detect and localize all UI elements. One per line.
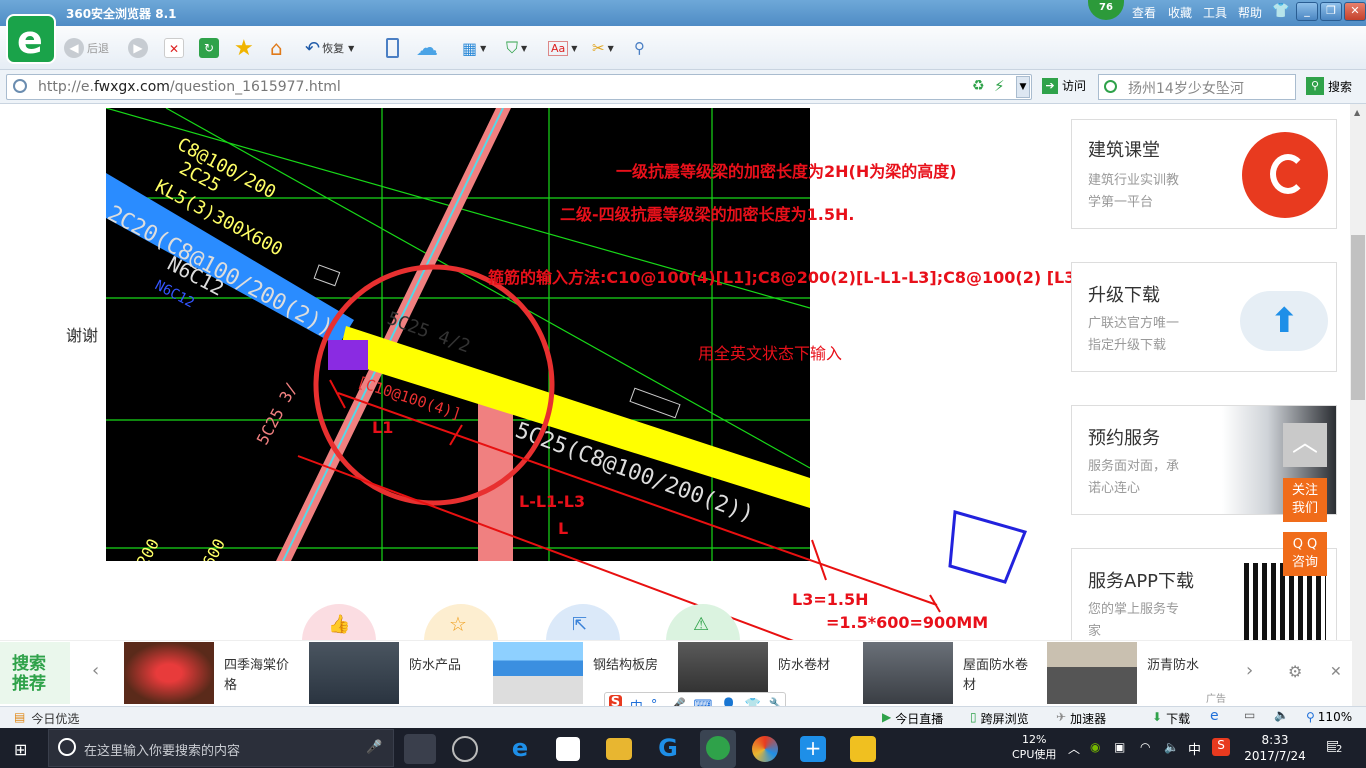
network-icon[interactable]: ▣ <box>1114 740 1125 754</box>
windows-start-icon[interactable]: ⊞ <box>14 740 27 759</box>
class-logo-icon <box>1242 132 1328 218</box>
card-title: 升级下载 <box>1088 285 1160 306</box>
taskbar-search-placeholder: 在这里输入你要搜索的内容 <box>84 744 241 759</box>
annotation-seismic-1: 一级抗震等级梁的加密长度为2H(H为梁的高度) <box>616 162 957 181</box>
annotation-seismic-2: 二级-四级抗震等级梁的加密长度为1.5H. <box>560 205 855 224</box>
download-icon: ⬇ <box>1152 710 1163 724</box>
notification-icon[interactable]: ▤ 2 <box>1326 738 1343 755</box>
annotation-l1: L1 <box>372 418 394 437</box>
zoom-icon: ⚲ <box>1306 710 1315 724</box>
mic-icon[interactable]: 🎤 <box>366 740 382 755</box>
annotation-input-method: 箍筋的输入方法:C10@100(4)[L1];C8@200(2)[L-L1-L3… <box>488 268 1083 287</box>
card-building-class[interactable]: 建筑课堂 建筑行业实训教 学第一平台 <box>1071 119 1337 229</box>
vertical-scrollbar[interactable] <box>1350 104 1366 706</box>
tray-expand-icon[interactable]: ︿ <box>1068 740 1080 757</box>
today-live[interactable]: ▶ 今日直播 <box>882 710 943 727</box>
warning-icon: ⚠ <box>693 614 710 635</box>
annotation-l: L <box>558 519 569 538</box>
ad-label: 广告 <box>1206 694 1226 705</box>
zoom-level[interactable]: ⚲ 110% <box>1306 710 1352 724</box>
back-to-top-button[interactable]: ︿ <box>1283 423 1327 467</box>
annotation-l-l1-l3: L-L1-L3 <box>519 492 586 511</box>
cpu-usage[interactable]: 12% CPU使用 <box>1012 732 1056 762</box>
qq-consult-button[interactable]: Q Q 咨询 <box>1283 532 1327 576</box>
phone-small-icon: ▯ <box>970 710 977 724</box>
rocket-icon: ✈ <box>1056 710 1067 724</box>
star-outline-icon: ☆ <box>449 612 467 636</box>
accelerator[interactable]: ✈ 加速器 <box>1056 710 1106 727</box>
ie-icon[interactable]: e <box>1210 708 1219 724</box>
prev-arrow-icon[interactable]: ‹ <box>92 660 99 681</box>
today-pick[interactable]: ▤ 今日优选 <box>14 710 79 727</box>
play-icon: ▶ <box>882 710 892 724</box>
share-icon: ⇱ <box>572 614 588 635</box>
sogou-tray-icon[interactable]: S <box>1212 738 1230 756</box>
close-recommend-icon[interactable]: ✕ <box>1330 664 1342 680</box>
cloud-upload-icon: ⬆ <box>1240 291 1328 351</box>
scrollbar-thumb[interactable] <box>1351 235 1365 400</box>
card-title: 建筑课堂 <box>1088 140 1160 161</box>
card-title: 服务APP下载 <box>1088 571 1195 592</box>
settings-gear-icon[interactable]: ⚙ <box>1288 662 1302 681</box>
speaker-icon[interactable]: 🔈 <box>1164 740 1179 754</box>
recommend-label: 搜索 推荐 <box>0 642 70 704</box>
volume-icon[interactable]: 🔈 <box>1274 708 1289 722</box>
taskview-icon[interactable] <box>404 734 436 764</box>
ime-indicator[interactable]: 中 <box>1188 739 1201 758</box>
app-color-icon[interactable] <box>752 736 778 762</box>
card-subtitle: 您的掌上服务专家 <box>1088 602 1180 639</box>
window-icon[interactable]: ▭ <box>1244 708 1255 722</box>
annotation-l3-calc: =1.5*600=900MM <box>826 613 989 632</box>
chevron-up-icon: ︿ <box>1291 428 1318 458</box>
card-subtitle: 建筑行业实训教 学第一平台 <box>1088 173 1180 210</box>
app-swirl-icon[interactable] <box>452 736 478 762</box>
card-title: 预约服务 <box>1088 428 1160 449</box>
annotation-english-input: 用全英文状态下输入 <box>698 344 843 363</box>
notes-icon[interactable] <box>850 736 876 762</box>
next-arrow-icon[interactable]: › <box>1246 660 1253 681</box>
bag-icon: ▤ <box>14 710 26 724</box>
annotation-l3-formula: L3=1.5H <box>792 590 869 609</box>
card-subtitle: 服务面对面，承 诺心连心 <box>1088 459 1180 496</box>
thumbs-up-icon: 👍 <box>328 614 351 635</box>
cortana-icon[interactable] <box>58 738 76 756</box>
glodon-icon[interactable]: G <box>652 734 684 764</box>
360-browser-task[interactable] <box>700 730 736 768</box>
edge-icon[interactable]: e <box>504 734 536 764</box>
add-app-icon[interactable]: + <box>800 736 826 762</box>
card-subtitle: 广联达官方唯一 指定升级下载 <box>1088 316 1180 353</box>
clock[interactable]: 8:33 2017/7/24 <box>1242 732 1308 764</box>
nvidia-icon[interactable]: ◉ <box>1090 740 1100 754</box>
folder-icon[interactable] <box>606 738 632 760</box>
scroll-up-icon[interactable]: ▲ <box>1354 108 1360 117</box>
wifi-icon[interactable]: ◠ <box>1140 740 1150 754</box>
downloads[interactable]: ⬇ 下载 <box>1152 710 1190 727</box>
cross-screen[interactable]: ▯ 跨屏浏览 <box>970 710 1029 727</box>
store-icon[interactable] <box>556 737 580 761</box>
card-upgrade-download[interactable]: 升级下载 广联达官方唯一 指定升级下载 ⬆ <box>1071 262 1337 372</box>
follow-us-button[interactable]: 关注 我们 <box>1283 478 1327 522</box>
